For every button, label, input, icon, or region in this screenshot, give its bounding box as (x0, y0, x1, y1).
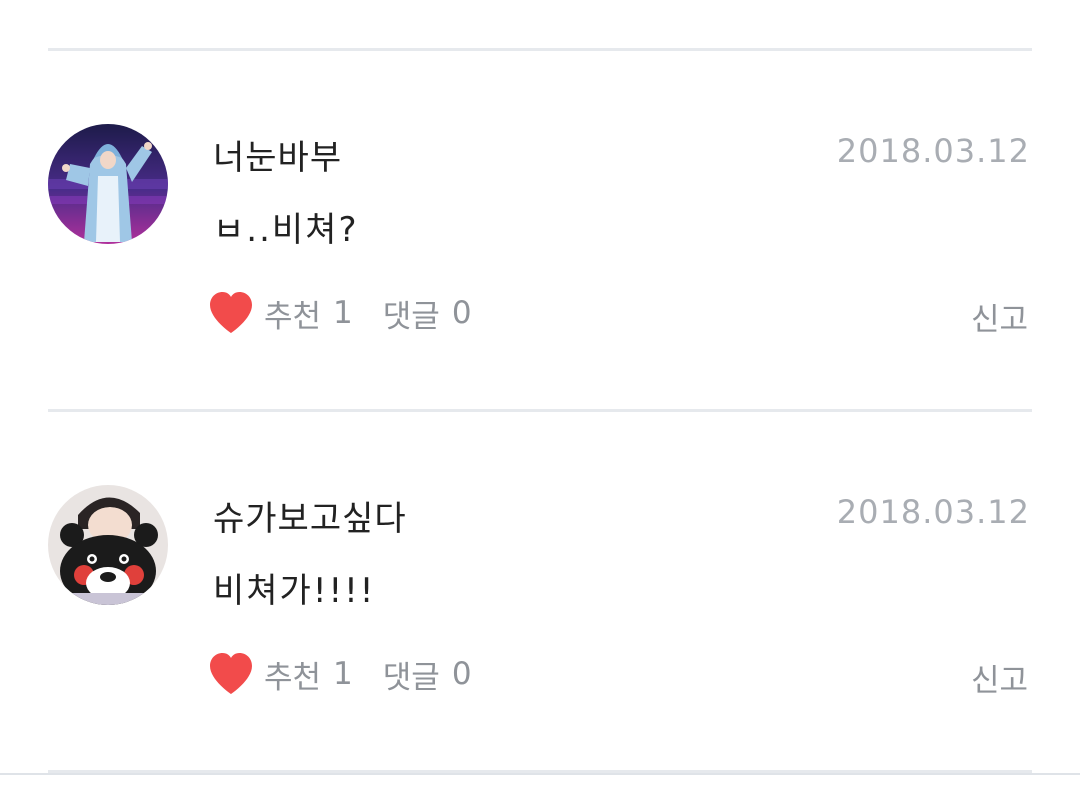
reply-label[interactable]: 댓글 (383, 291, 440, 336)
comment-date: 2018.03.12 (836, 132, 1030, 170)
comment-text: 비쳐가!!!! (213, 571, 376, 611)
report-button[interactable]: 신고 (971, 655, 1028, 700)
comment-item: 너눈바부 2018.03.12 ㅂ..비쳐? 추천 1 댓글 0 신고 (0, 120, 1080, 420)
heart-icon[interactable] (208, 291, 254, 335)
heart-icon[interactable] (208, 652, 254, 696)
recommend-count: 1 (333, 295, 353, 331)
avatar-shark-costume-icon (48, 124, 168, 244)
avatar-bear-plush-icon (48, 485, 168, 605)
comment-text: ㅂ..비쳐? (213, 210, 359, 250)
bottom-bar (0, 773, 1080, 810)
recommend-count: 1 (333, 656, 353, 692)
report-button[interactable]: 신고 (971, 294, 1028, 339)
user-avatar[interactable] (48, 124, 168, 244)
reply-count: 0 (451, 295, 472, 331)
username[interactable]: 너눈바부 (213, 130, 342, 179)
divider (48, 409, 1032, 412)
reply-count: 0 (451, 656, 472, 692)
comment-date: 2018.03.12 (836, 493, 1030, 531)
recommend-label[interactable]: 추천 (264, 652, 321, 697)
username[interactable]: 슈가보고싶다 (213, 491, 407, 540)
comment-item: 슈가보고싶다 2018.03.12 비쳐가!!!! 추천 1 댓글 0 신고 (0, 481, 1080, 781)
recommend-label[interactable]: 추천 (264, 291, 321, 336)
comment-actions: 추천 1 댓글 0 (208, 649, 472, 699)
divider (48, 48, 1032, 51)
comment-actions: 추천 1 댓글 0 (208, 288, 472, 338)
user-avatar[interactable] (48, 485, 168, 605)
comment-list-page: 너눈바부 2018.03.12 ㅂ..비쳐? 추천 1 댓글 0 신고 슈가보고… (0, 0, 1080, 810)
reply-label[interactable]: 댓글 (383, 652, 440, 697)
